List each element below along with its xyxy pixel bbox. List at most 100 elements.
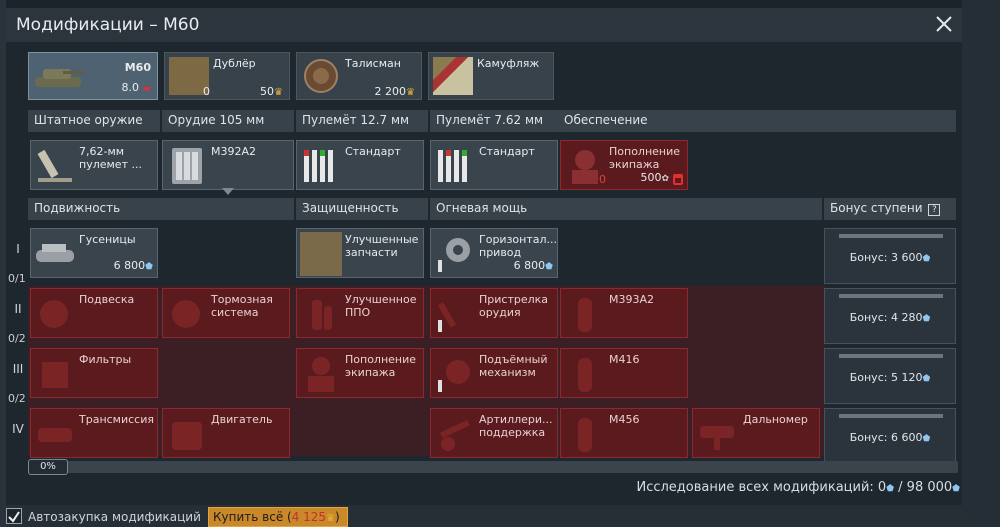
- buy-all-label: Купить всё: [213, 510, 284, 524]
- elevation-icon: [434, 352, 476, 396]
- buy-all-price: 4 125: [291, 510, 327, 524]
- artillery-icon: [434, 292, 476, 336]
- backup-count: 0: [203, 85, 210, 98]
- mod-label: Пристрелка орудия: [479, 293, 549, 319]
- research-points-icon: ⬟: [922, 314, 931, 324]
- mod-improved-parts[interactable]: Улучшенные запчасти: [296, 228, 424, 278]
- weapon-mg-762-item[interactable]: 7,62-мм пулемет ...: [30, 140, 158, 190]
- tier-progress-1: 0/1: [8, 272, 26, 285]
- tier-bonus-4: Бонус: 6 600⬟: [824, 408, 956, 464]
- mod-label: Улучшенные запчасти: [345, 233, 419, 259]
- weapon-mg-127-standard[interactable]: Стандарт: [296, 140, 424, 190]
- mod-horizontal-drive[interactable]: Горизонтал... привод 6 800⬟: [430, 228, 558, 278]
- mod-label: Фильтры: [79, 353, 132, 366]
- mod-crew-replenish[interactable]: Пополнение экипажа: [296, 348, 424, 398]
- autobuy-checkbox[interactable]: [6, 508, 22, 524]
- mod-label: M416: [609, 353, 640, 366]
- mortar-icon: [34, 144, 76, 188]
- header-mg-762: Пулемёт 7.62 мм: [430, 110, 562, 132]
- mod-fire-extinguisher[interactable]: Улучшенное ППО: [296, 288, 424, 338]
- window-title: Модификации – M60: [16, 15, 200, 35]
- bonus-progress-bar: [839, 414, 943, 418]
- mod-engine[interactable]: Двигатель: [162, 408, 290, 458]
- transmission-icon: [34, 412, 76, 456]
- mod-label: Дальномер: [743, 413, 808, 426]
- bonus-progress-bar: [839, 234, 943, 238]
- filter-icon: [34, 352, 76, 396]
- mod-gun-adjustment[interactable]: Пристрелка орудия: [430, 288, 558, 338]
- mod-tracks[interactable]: Гусеницы 6 800⬟: [30, 228, 158, 278]
- vehicle-rank: 8.0 ▬: [121, 81, 151, 94]
- talisman-price-value: 2 200: [374, 85, 407, 98]
- bonus-text: Бонус: 4 280⬟: [825, 311, 955, 324]
- research-points-icon: ⬟: [886, 484, 895, 494]
- mod-label: Тормозная система: [211, 293, 273, 319]
- talisman-price: 2 200♛: [375, 85, 415, 98]
- mod-filters[interactable]: Фильтры: [30, 348, 158, 398]
- mod-rangefinder[interactable]: Дальномер: [692, 408, 820, 458]
- mod-shell-m456[interactable]: M456: [560, 408, 688, 458]
- tab-talisman[interactable]: Талисман 2 200♛: [296, 52, 422, 100]
- weapon-label: 7,62-мм пулемет ...: [79, 145, 142, 171]
- mod-label: M393A2: [609, 293, 655, 306]
- mod-price: 6 800⬟: [514, 259, 553, 274]
- help-icon[interactable]: ?: [928, 204, 941, 216]
- brake-icon: [166, 292, 208, 336]
- backup-name: Дублёр: [213, 57, 256, 70]
- extinguisher-icon: [300, 292, 342, 336]
- mod-label: Двигатель: [211, 413, 273, 426]
- tab-camouflage[interactable]: Камуфляж: [428, 52, 554, 100]
- mod-artillery-support[interactable]: Артиллери... поддержка: [430, 408, 558, 458]
- silver-lions-icon: ✿: [661, 174, 669, 184]
- gear-drive-icon: [434, 232, 476, 276]
- buy-all-button[interactable]: Купить всё (4 125♛): [208, 507, 348, 527]
- research-progress-bar: [28, 461, 958, 473]
- mod-label: Артиллери... поддержка: [479, 413, 553, 439]
- tab-vehicle[interactable]: M60 8.0 ▬: [28, 52, 158, 100]
- bonus-text: Бонус: 3 600⬟: [825, 251, 955, 264]
- bonus-value: Бонус: 4 280: [849, 311, 923, 324]
- bonus-value: Бонус: 5 120: [849, 371, 923, 384]
- research-points-icon: ⬟: [145, 262, 153, 272]
- support-crew-replenish[interactable]: Пополнение экипажа 0 500✿: [560, 140, 688, 190]
- mod-label: Пополнение экипажа: [345, 353, 417, 379]
- mod-price-value: 6 800: [513, 259, 546, 272]
- title-bar: Модификации – M60: [6, 8, 962, 42]
- mod-brake-system[interactable]: Тормозная система: [162, 288, 290, 338]
- tier-label-3: III: [12, 362, 24, 376]
- mod-transmission[interactable]: Трансмиссия: [30, 408, 158, 458]
- shells-icon: [166, 144, 208, 188]
- bonus-value: Бонус: 3 600: [849, 251, 923, 264]
- mod-shell-m416[interactable]: M416: [560, 348, 688, 398]
- weapon-mg-762-standard[interactable]: Стандарт: [430, 140, 558, 190]
- mod-shell-m393a2[interactable]: M393A2: [560, 288, 688, 338]
- bullets-icon: [434, 144, 476, 188]
- tab-backup[interactable]: Дублёр 0 50♛: [164, 52, 290, 100]
- close-button[interactable]: [932, 14, 956, 36]
- bonus-value: Бонус: 6 600: [849, 431, 923, 444]
- mod-elevation-mechanism[interactable]: Подъёмный механизм: [430, 348, 558, 398]
- suspension-icon: [34, 292, 76, 336]
- mod-suspension[interactable]: Подвеска: [30, 288, 158, 338]
- shell-icon: [564, 352, 606, 396]
- selected-indicator-icon: [222, 188, 234, 195]
- header-protection: Защищенность: [296, 198, 428, 220]
- talisman-icon: [301, 57, 341, 95]
- golden-eagle-icon: ♛: [406, 87, 415, 98]
- shell-icon: [564, 292, 606, 336]
- header-tier-bonus: Бонус ступени ?: [824, 198, 956, 220]
- mod-label: Трансмиссия: [79, 413, 154, 426]
- tier-label-1: I: [16, 242, 20, 256]
- lock-icon: [673, 174, 683, 185]
- crew-member-icon: [300, 352, 342, 396]
- tier-progress-3: 0/2: [8, 392, 26, 405]
- weapon-shell-m392a2[interactable]: M392A2: [162, 140, 294, 190]
- tier-bonus-label: Бонус ступени: [830, 201, 923, 215]
- checkmark-icon: [8, 511, 20, 523]
- backup-price-value: 50: [260, 85, 275, 98]
- backup-price: 50♛: [260, 85, 283, 98]
- bullets-icon: [300, 144, 342, 188]
- mod-label: M456: [609, 413, 640, 426]
- tier-bonus-3: Бонус: 5 120⬟: [824, 348, 956, 404]
- research-points-icon: ⬟: [952, 484, 960, 494]
